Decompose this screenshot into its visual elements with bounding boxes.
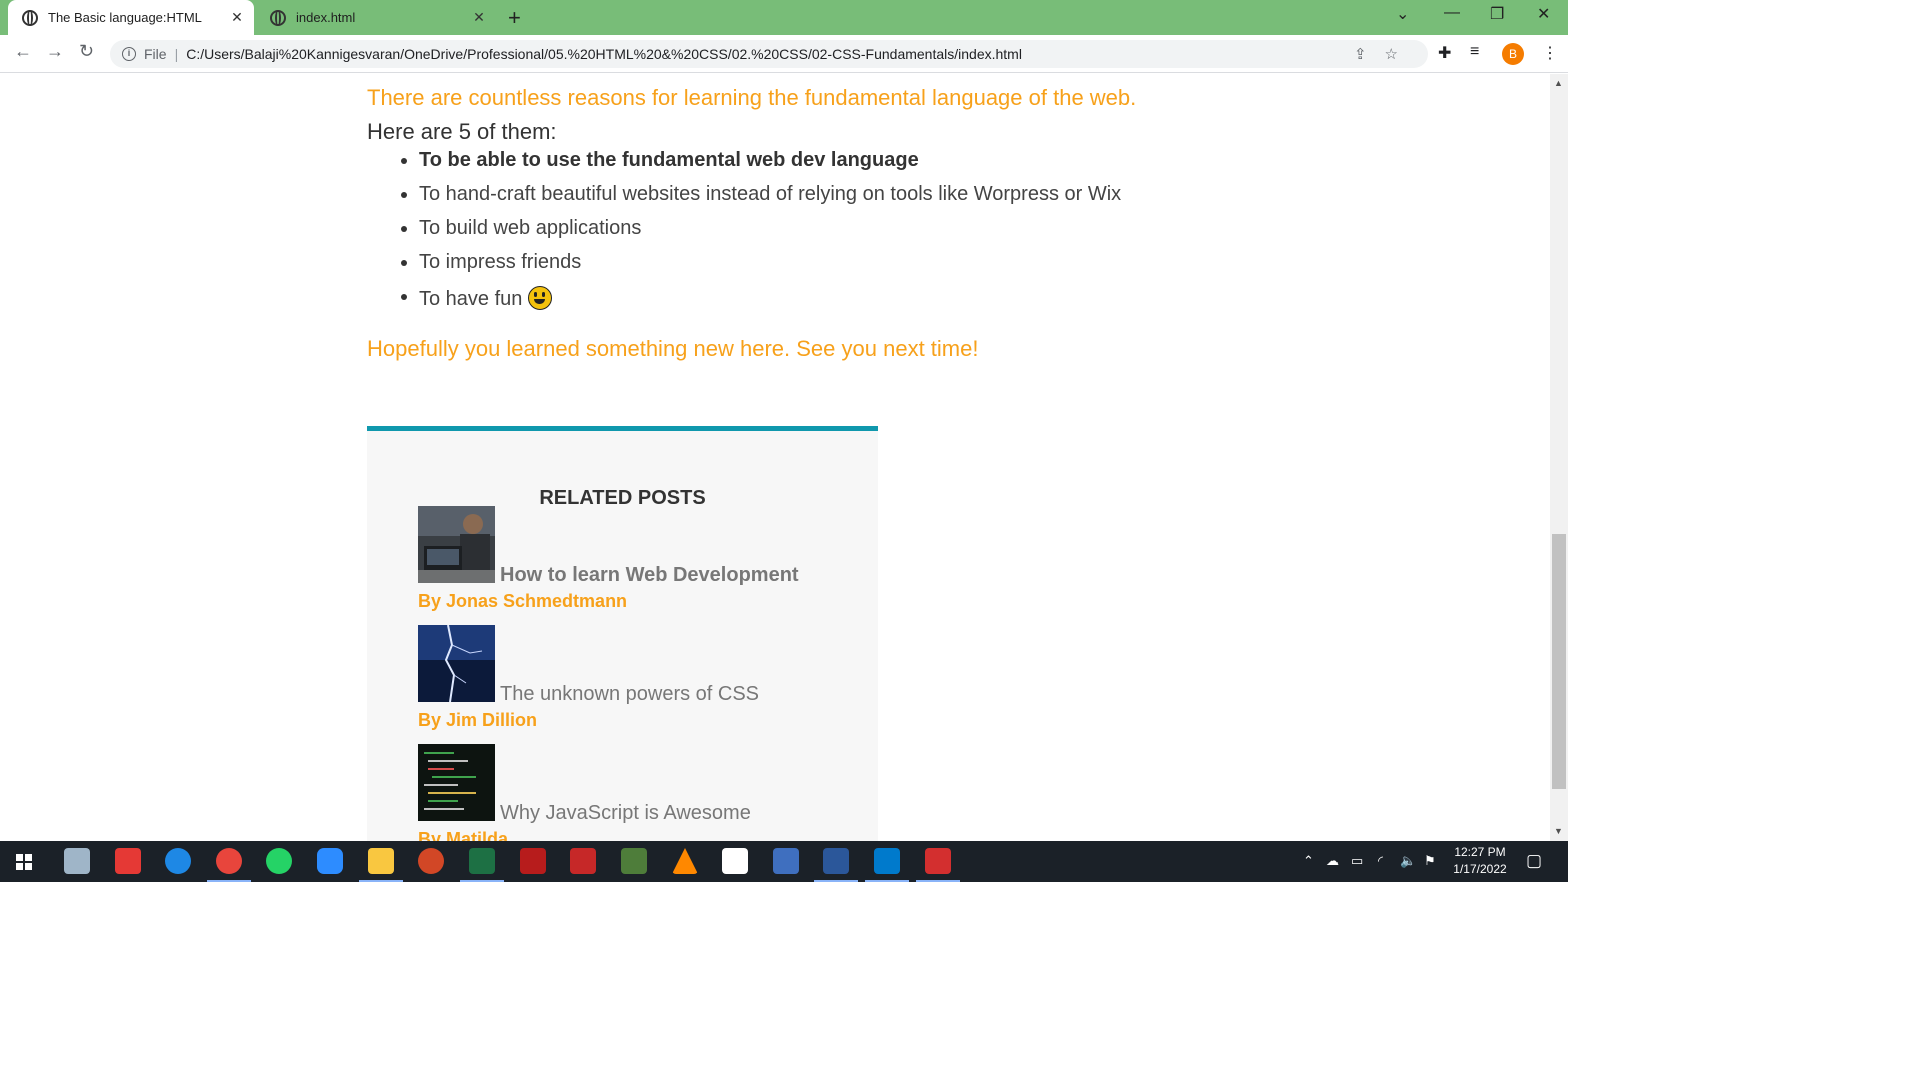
list-item: To impress friends	[398, 250, 1121, 284]
clock-time: 12:27 PM	[1454, 845, 1506, 859]
gear-app-icon[interactable]	[621, 848, 647, 874]
snipping-app-icon[interactable]	[722, 848, 748, 874]
notification-app-icon[interactable]: ⚑	[1424, 853, 1436, 869]
tab-search-icon[interactable]: ⌄	[1396, 4, 1409, 24]
whatsapp-app-icon[interactable]	[266, 848, 292, 874]
reload-icon[interactable]: ↻	[79, 41, 94, 62]
scheme-label: File	[144, 46, 167, 62]
post-author: By Jonas Schmedtmann	[418, 591, 628, 611]
scroll-down-icon[interactable]: ▼	[1554, 826, 1563, 836]
globe-icon	[270, 9, 286, 26]
post-thumbnail-laptop[interactable]	[418, 506, 495, 583]
post-thumbnail-code[interactable]	[418, 744, 495, 821]
post-author: By Matilda	[418, 829, 509, 841]
related-posts-section: RELATED POSTS How to learn Web Developme…	[367, 426, 878, 841]
globe-icon	[22, 9, 38, 26]
tab-basic-language-html[interactable]: The Basic language:HTML ✕	[8, 0, 254, 35]
scroll-up-icon[interactable]: ▲	[1554, 78, 1563, 88]
anydesk-app-icon[interactable]	[115, 848, 141, 874]
intro-text: There are countless reasons for learning…	[367, 85, 1137, 110]
word-app-icon[interactable]	[814, 848, 858, 882]
vlc-app-icon[interactable]	[672, 848, 698, 874]
avatar[interactable]: B	[1502, 43, 1524, 65]
new-tab-button[interactable]: +	[508, 5, 521, 31]
page-content: There are countless reasons for learning…	[0, 74, 1550, 841]
browser-toolbar: ← → ↻ i File | C:/Users/Balaji%20Kannige…	[0, 35, 1568, 73]
tab-title: index.html	[296, 10, 356, 25]
forward-icon[interactable]: →	[46, 41, 64, 62]
edge-app-icon[interactable]	[165, 848, 191, 874]
menu-icon[interactable]: ⋮	[1542, 43, 1558, 63]
post-title[interactable]: How to learn Web Development	[500, 564, 799, 587]
list-item: To hand-craft beautiful websites instead…	[398, 182, 1121, 216]
volume-icon[interactable]: 🔈	[1400, 853, 1416, 869]
close-icon[interactable]: ✕	[468, 9, 490, 26]
post-thumbnail-lightning[interactable]	[418, 625, 495, 702]
list-heading: Here are 5 of them:	[367, 119, 557, 144]
photos-app-icon[interactable]	[64, 848, 90, 874]
restore-button[interactable]: ❐	[1490, 4, 1504, 24]
scrollbar-thumb[interactable]	[1552, 534, 1566, 789]
list-item-text: To have fun	[419, 288, 523, 310]
post-title[interactable]: Why JavaScript is Awesome	[500, 802, 751, 825]
reasons-list: To be able to use the fundamental web de…	[398, 148, 1121, 322]
url-text[interactable]: C:/Users/Balaji%20Kannigesvaran/OneDrive…	[186, 46, 1022, 62]
close-window-button[interactable]: ✕	[1537, 4, 1550, 24]
powerpoint-app-icon[interactable]	[418, 848, 444, 874]
info-icon[interactable]: i	[122, 47, 136, 61]
system-clock[interactable]: 12:27 PM 1/17/2022	[1446, 844, 1514, 878]
wifi-icon[interactable]: ◜	[1378, 853, 1383, 869]
battery-icon[interactable]: ▭	[1351, 853, 1363, 869]
address-separator: |	[174, 46, 179, 62]
tab-bar: The Basic language:HTML ✕ index.html ✕ +…	[0, 0, 1568, 35]
post-title[interactable]: The unknown powers of CSS	[500, 683, 759, 706]
tab-index-html[interactable]: index.html ✕	[256, 0, 496, 35]
share-and-bookmark-icons[interactable]: ⇪☆	[1354, 45, 1416, 63]
list-item: To build web applications	[398, 216, 1121, 250]
action-center-icon[interactable]: ▢	[1526, 851, 1542, 871]
onedrive-icon[interactable]: ☁	[1326, 853, 1339, 869]
chevron-up-icon[interactable]: ⌃	[1303, 853, 1314, 869]
page-scrollbar[interactable]: ▲ ▼	[1550, 74, 1568, 841]
et-app-icon[interactable]	[570, 848, 596, 874]
pdf-app-icon[interactable]	[916, 848, 960, 882]
acrobat-app-icon[interactable]	[520, 848, 546, 874]
list-item: To have fun	[398, 284, 1121, 322]
minimize-button[interactable]: —	[1444, 4, 1460, 22]
excel-app-icon[interactable]	[460, 848, 504, 882]
chrome-app-icon[interactable]	[207, 848, 251, 882]
list-item: To be able to use the fundamental web de…	[398, 148, 1121, 182]
close-icon[interactable]: ✕	[226, 9, 248, 26]
smiley-icon	[528, 286, 553, 310]
closing-text: Hopefully you learned something new here…	[367, 336, 979, 361]
reading-list-icon[interactable]: ≡	[1470, 43, 1479, 61]
clock-date: 1/17/2022	[1453, 862, 1507, 876]
back-icon[interactable]: ←	[14, 41, 32, 62]
post-author: By Jim Dillion	[418, 710, 538, 730]
vscode-app-icon[interactable]	[865, 848, 909, 882]
windows-start-icon[interactable]	[16, 854, 32, 870]
address-bar[interactable]: i File | C:/Users/Balaji%20Kannigesvaran…	[110, 40, 1428, 68]
tab-title: The Basic language:HTML	[48, 10, 202, 25]
zoom-app-icon[interactable]	[317, 848, 343, 874]
extensions-icon[interactable]: ✚	[1438, 43, 1451, 63]
remote-desktop-icon[interactable]	[773, 848, 799, 874]
file-explorer-icon[interactable]	[359, 848, 403, 882]
windows-taskbar: ⌃ ☁ ▭ ◜ 🔈 ⚑ 12:27 PM 1/17/2022 ▢	[0, 841, 1568, 882]
